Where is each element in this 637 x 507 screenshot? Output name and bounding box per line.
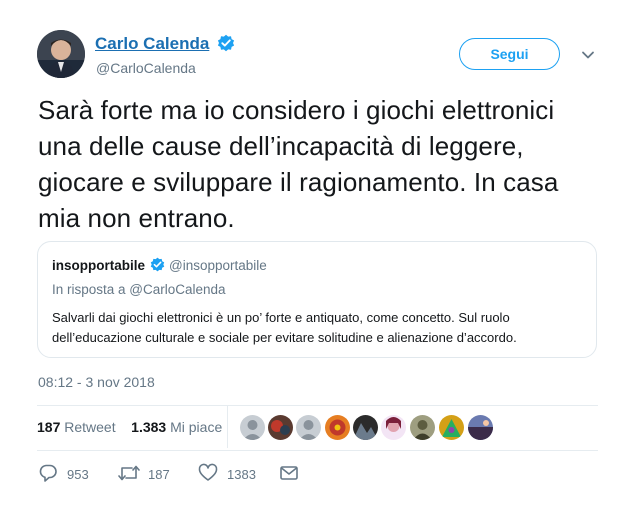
verified-badge-icon: [150, 257, 165, 272]
liker-avatar[interactable]: [296, 415, 321, 440]
author-handle[interactable]: @CarloCalenda: [96, 60, 196, 76]
message-icon: [280, 466, 298, 480]
direct-message-button[interactable]: [279, 463, 299, 483]
author-name[interactable]: Carlo Calenda: [95, 34, 209, 54]
liker-avatar[interactable]: [240, 415, 265, 440]
verified-badge-icon: [217, 34, 235, 52]
retweet-label[interactable]: Retweet: [64, 419, 115, 435]
divider: [37, 405, 598, 406]
divider: [227, 406, 228, 448]
liker-avatar[interactable]: [410, 415, 435, 440]
reply-count: 953: [67, 467, 89, 482]
tweet-stats: 187 Retweet 1.383 Mi piace: [37, 419, 222, 435]
like-button[interactable]: 1383: [198, 463, 268, 483]
quoted-tweet-text: Salvarli dai giochi elettronici è un po’…: [52, 310, 517, 345]
retweet-action-count: 187: [148, 467, 170, 482]
liker-avatar[interactable]: [468, 415, 493, 440]
like-action-count: 1383: [227, 467, 256, 482]
liker-avatar[interactable]: [439, 415, 464, 440]
tweet-text: Sarà forte ma io considero i giochi elet…: [38, 95, 559, 233]
heart-icon: [198, 463, 218, 481]
chevron-down-icon[interactable]: [580, 47, 596, 63]
follow-button[interactable]: Segui: [459, 38, 560, 70]
reply-icon: [39, 464, 57, 482]
quoted-tweet[interactable]: insopportabile @insopportabile In rispos…: [37, 241, 597, 358]
quoted-reply-context: In risposta a @CarloCalenda: [52, 282, 226, 297]
reply-button[interactable]: 953: [38, 463, 98, 483]
tweet-timestamp[interactable]: 08:12 - 3 nov 2018: [38, 374, 155, 390]
like-count[interactable]: 1.383: [131, 419, 166, 435]
quoted-author-name[interactable]: insopportabile: [52, 258, 145, 273]
author-avatar[interactable]: [37, 30, 85, 78]
quoted-author-handle[interactable]: @insopportabile: [169, 258, 267, 273]
divider: [37, 450, 598, 451]
liker-avatar[interactable]: [325, 415, 350, 440]
like-label[interactable]: Mi piace: [170, 419, 222, 435]
liker-avatar[interactable]: [381, 415, 406, 440]
liker-avatar[interactable]: [268, 415, 293, 440]
liker-avatar[interactable]: [353, 415, 378, 440]
retweet-button[interactable]: 187: [118, 463, 178, 483]
retweet-count[interactable]: 187: [37, 419, 60, 435]
retweet-icon: [118, 465, 140, 481]
avatar-image: [37, 30, 85, 78]
